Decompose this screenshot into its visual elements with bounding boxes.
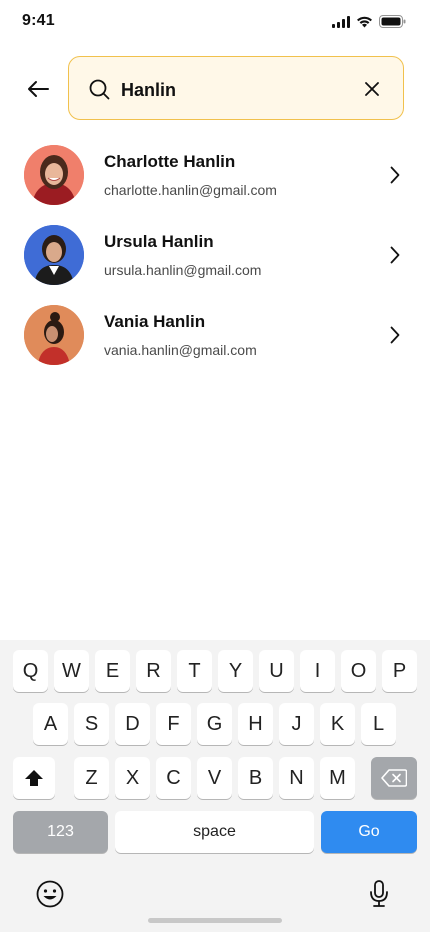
avatar [24, 225, 84, 285]
clear-icon [365, 82, 379, 96]
backspace-icon [381, 769, 407, 787]
numbers-key[interactable]: 123 [13, 811, 108, 853]
key-l[interactable]: L [361, 703, 396, 745]
key-g[interactable]: G [197, 703, 232, 745]
person-photo-icon [24, 225, 84, 285]
chevron-right-icon [390, 166, 400, 184]
contact-email: charlotte.hanlin@gmail.com [104, 182, 277, 198]
microphone-icon [370, 880, 388, 907]
key-h[interactable]: H [238, 703, 273, 745]
key-d[interactable]: D [115, 703, 150, 745]
chevron-right-icon [390, 326, 400, 344]
key-z[interactable]: Z [74, 757, 109, 799]
space-key[interactable]: space [115, 811, 314, 853]
list-item[interactable]: Vania Hanlin vania.hanlin@gmail.com [0, 300, 430, 380]
key-r[interactable]: R [136, 650, 171, 692]
back-arrow-icon [28, 81, 49, 97]
go-key[interactable]: Go [321, 811, 417, 853]
key-x[interactable]: X [115, 757, 150, 799]
status-bar: 9:41 [0, 0, 430, 44]
contact-name: Vania Hanlin [104, 312, 206, 331]
key-u[interactable]: U [259, 650, 294, 692]
key-b[interactable]: B [238, 757, 273, 799]
key-f[interactable]: F [156, 703, 191, 745]
signal-icon [332, 15, 350, 28]
contact-email: vania.hanlin@gmail.com [104, 342, 257, 358]
list-item[interactable]: Charlotte Hanlin charlotte.hanlin@gmail.… [0, 140, 430, 220]
key-q[interactable]: Q [13, 650, 48, 692]
contact-name: Ursula Hanlin [104, 232, 214, 251]
microphone-button[interactable] [368, 880, 390, 913]
key-y[interactable]: Y [218, 650, 253, 692]
search-results-list: Charlotte Hanlin charlotte.hanlin@gmail.… [0, 140, 430, 380]
wifi-icon [357, 16, 372, 27]
search-box[interactable] [68, 56, 404, 120]
key-i[interactable]: I [300, 650, 335, 692]
key-v[interactable]: V [197, 757, 232, 799]
key-o[interactable]: O [341, 650, 376, 692]
search-icon [89, 79, 110, 100]
person-photo-icon [24, 305, 84, 365]
search-input[interactable] [119, 75, 353, 105]
chevron-right-icon [390, 246, 400, 264]
home-indicator [148, 918, 282, 923]
back-button[interactable] [22, 74, 54, 104]
contact-email: ursula.hanlin@gmail.com [104, 262, 262, 278]
key-w[interactable]: W [54, 650, 89, 692]
list-item[interactable]: Ursula Hanlin ursula.hanlin@gmail.com [0, 220, 430, 300]
emoji-button[interactable] [36, 880, 64, 913]
avatar [24, 305, 84, 365]
person-photo-icon [24, 145, 84, 205]
shift-key[interactable] [13, 757, 55, 799]
backspace-key[interactable] [371, 757, 417, 799]
emoji-icon [36, 880, 64, 908]
battery-icon [379, 15, 406, 28]
key-a[interactable]: A [33, 703, 68, 745]
key-k[interactable]: K [320, 703, 355, 745]
status-time: 9:41 [22, 12, 55, 29]
key-j[interactable]: J [279, 703, 314, 745]
clear-search-button[interactable] [361, 78, 383, 100]
status-icons [332, 15, 406, 28]
key-p[interactable]: P [382, 650, 417, 692]
avatar [24, 145, 84, 205]
shift-icon [25, 770, 43, 786]
keyboard: Q W E R T Y U I O P A S D F G H J K L Z … [0, 640, 430, 932]
key-c[interactable]: C [156, 757, 191, 799]
key-m[interactable]: M [320, 757, 355, 799]
key-s[interactable]: S [74, 703, 109, 745]
key-t[interactable]: T [177, 650, 212, 692]
contact-name: Charlotte Hanlin [104, 152, 236, 171]
key-n[interactable]: N [279, 757, 314, 799]
key-e[interactable]: E [95, 650, 130, 692]
